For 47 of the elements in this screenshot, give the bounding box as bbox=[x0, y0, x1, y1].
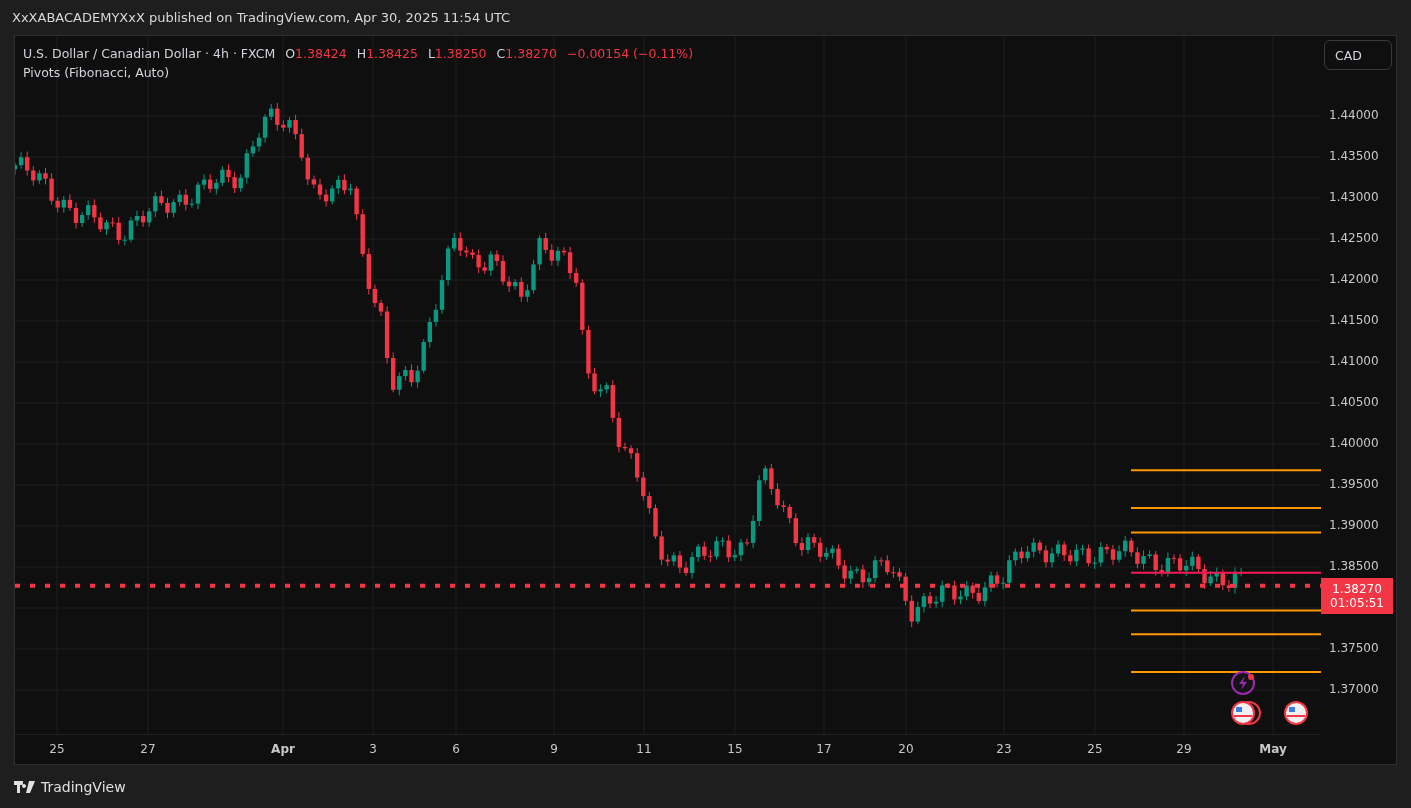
bar-countdown: 01:05:51 bbox=[1330, 595, 1384, 610]
time-tick-label: 23 bbox=[996, 742, 1012, 756]
ohlc-key: H bbox=[356, 46, 367, 61]
ohlc-key: O bbox=[285, 46, 296, 61]
price-change: −0.00154 (−0.11%) bbox=[567, 46, 694, 61]
price-tick-label: 1.38500 bbox=[1329, 559, 1379, 573]
time-tick-label: 17 bbox=[816, 742, 832, 756]
price-tick-label: 1.40500 bbox=[1329, 395, 1379, 409]
price-tick-label: 1.42000 bbox=[1329, 272, 1379, 286]
time-tick-label: 20 bbox=[898, 742, 914, 756]
price-tick-label: 1.44000 bbox=[1329, 108, 1379, 122]
tradingview-logo-icon bbox=[14, 780, 35, 793]
ohlc-value: 1.38425 bbox=[366, 46, 418, 61]
price-tick-label: 1.37000 bbox=[1329, 682, 1379, 696]
price-tick-label: 1.37500 bbox=[1329, 641, 1379, 655]
price-tick-label: 1.41000 bbox=[1329, 354, 1379, 368]
indicator-name: Pivots (Fibonacci, Auto) bbox=[23, 65, 170, 80]
price-tick-label: 1.39000 bbox=[1329, 518, 1379, 532]
time-tick-label: 29 bbox=[1176, 742, 1192, 756]
time-tick-label: 27 bbox=[140, 742, 156, 756]
time-tick-label: 25 bbox=[1087, 742, 1103, 756]
publisher-line: XxXABACADEMYXxX published on TradingView.com, Apr 30, 2025 11:54 UTC bbox=[12, 10, 511, 25]
ohlc-value: 1.38424 bbox=[295, 46, 347, 61]
currency-button[interactable]: CAD bbox=[1324, 40, 1392, 70]
symbol-title: U.S. Dollar / Canadian Dollar · 4h · FXCM bbox=[23, 46, 276, 61]
ohlc-key: L bbox=[427, 46, 435, 61]
last-price: 1.38270 bbox=[1332, 581, 1382, 596]
ohlc-value: 1.38270 bbox=[505, 46, 557, 61]
time-tick-label: 3 bbox=[369, 742, 377, 756]
price-tick-label: 1.40000 bbox=[1329, 436, 1379, 450]
price-tick-label: 1.42500 bbox=[1329, 231, 1379, 245]
ohlc-key: C bbox=[496, 46, 506, 61]
time-tick-label: 6 bbox=[452, 742, 460, 756]
time-tick-label: 15 bbox=[727, 742, 743, 756]
price-tick-label: 1.41500 bbox=[1329, 313, 1379, 327]
flag-event-icon bbox=[1284, 701, 1308, 725]
time-tick-label: 9 bbox=[550, 742, 558, 756]
price-tick-label: 1.43500 bbox=[1329, 149, 1379, 163]
price-tick-label: 1.43000 bbox=[1329, 190, 1379, 204]
ohlc-value: 1.38250 bbox=[434, 46, 487, 61]
time-tick-label: 25 bbox=[49, 742, 65, 756]
price-tick-label: 1.39500 bbox=[1329, 477, 1379, 491]
time-tick-label: Apr bbox=[271, 742, 295, 756]
time-tick-label: May bbox=[1259, 742, 1287, 756]
flag-event-icon bbox=[1231, 701, 1261, 725]
time-tick-label: 11 bbox=[636, 742, 652, 756]
brand-name: TradingView bbox=[41, 778, 126, 795]
